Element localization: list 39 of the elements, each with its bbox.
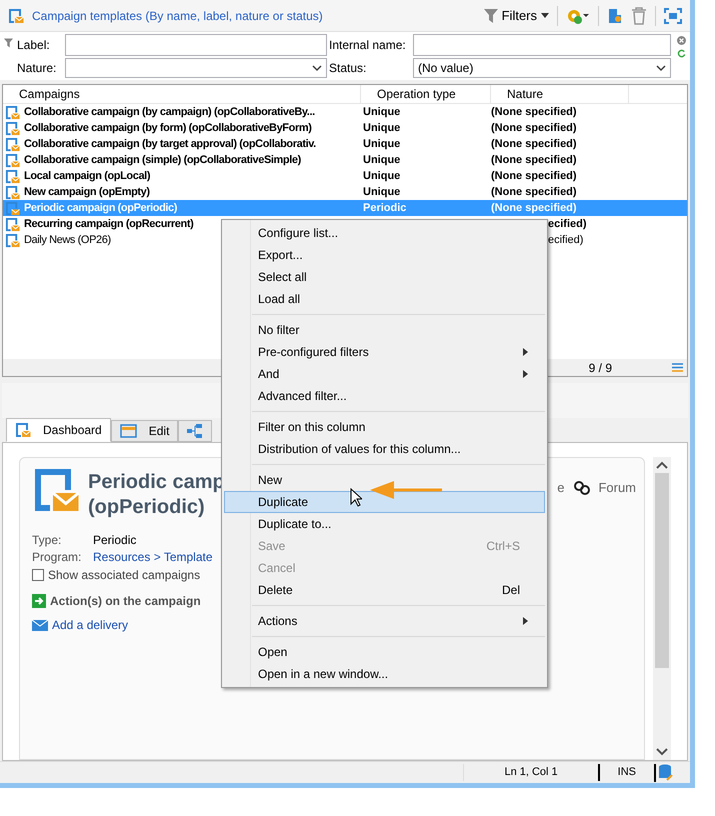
field-value: Periodic [93,532,136,549]
table-cell-text: (None specified) [491,136,577,152]
checkbox-label: Show associated campaigns [48,567,200,584]
panel-title: Campaign templates (By name, label, nature or status) [32,8,323,24]
table-cell-text: (None specified) [491,104,577,120]
campaign-title: (opPeriodic) [88,495,205,520]
table-cell: Unique [363,138,400,150]
section-heading: Action(s) on the campaign [50,593,201,610]
cursor-position: Ln 1, Col 1 [463,764,598,781]
field-label: Label: [17,37,51,54]
table-cell: Unique [363,122,400,134]
record-count: 9 / 9 [588,360,612,376]
table-cell-text: Collaborative campaign (simple) (opCollaborativeSimple) [24,152,301,168]
field-label: Type: [32,532,62,549]
table-cell-text: ecified) [548,216,587,232]
table-cell-text: Collaborative campaign (by target approval) (opCollaborativ. [24,136,316,152]
field-label: Internal name: [329,37,407,54]
table-cell-text: (None specified) [491,168,577,184]
field-label: Status: [329,60,368,77]
table-cell-text: Recurring campaign (opRecurrent) [24,216,194,232]
table-cell-text: (None specified) [491,120,577,136]
table-cell-text: Collaborative campaign (by campaign) (opCollaborativeBy... [24,104,315,120]
table-cell-text: Collaborative campaign (by form) (opCollaborativeByForm) [24,120,312,136]
table-cell-text: (None specified) [491,152,577,168]
table-cell: Unique [363,106,400,118]
table-cell-text: Local campaign (opLocal) [24,168,150,184]
table-cell: Unique [363,186,400,198]
table-cell-text: (None specified) [491,184,577,200]
table-cell-text: Daily News (OP26) [24,232,111,248]
insert-mode: INS [598,764,654,781]
table-cell: Unique [363,170,400,182]
table-cell: Unique [363,154,400,166]
table-cell: Periodic [363,202,406,214]
table-cell-text: Periodic campaign (opPeriodic) [24,200,178,216]
table-cell-text: (None specified) [491,200,577,216]
field-label: Nature: [17,60,58,77]
table-cell-text: ecified) [548,232,584,248]
field-label: Program: [32,549,82,566]
table-cell-text: New campaign (opEmpty) [24,184,150,200]
